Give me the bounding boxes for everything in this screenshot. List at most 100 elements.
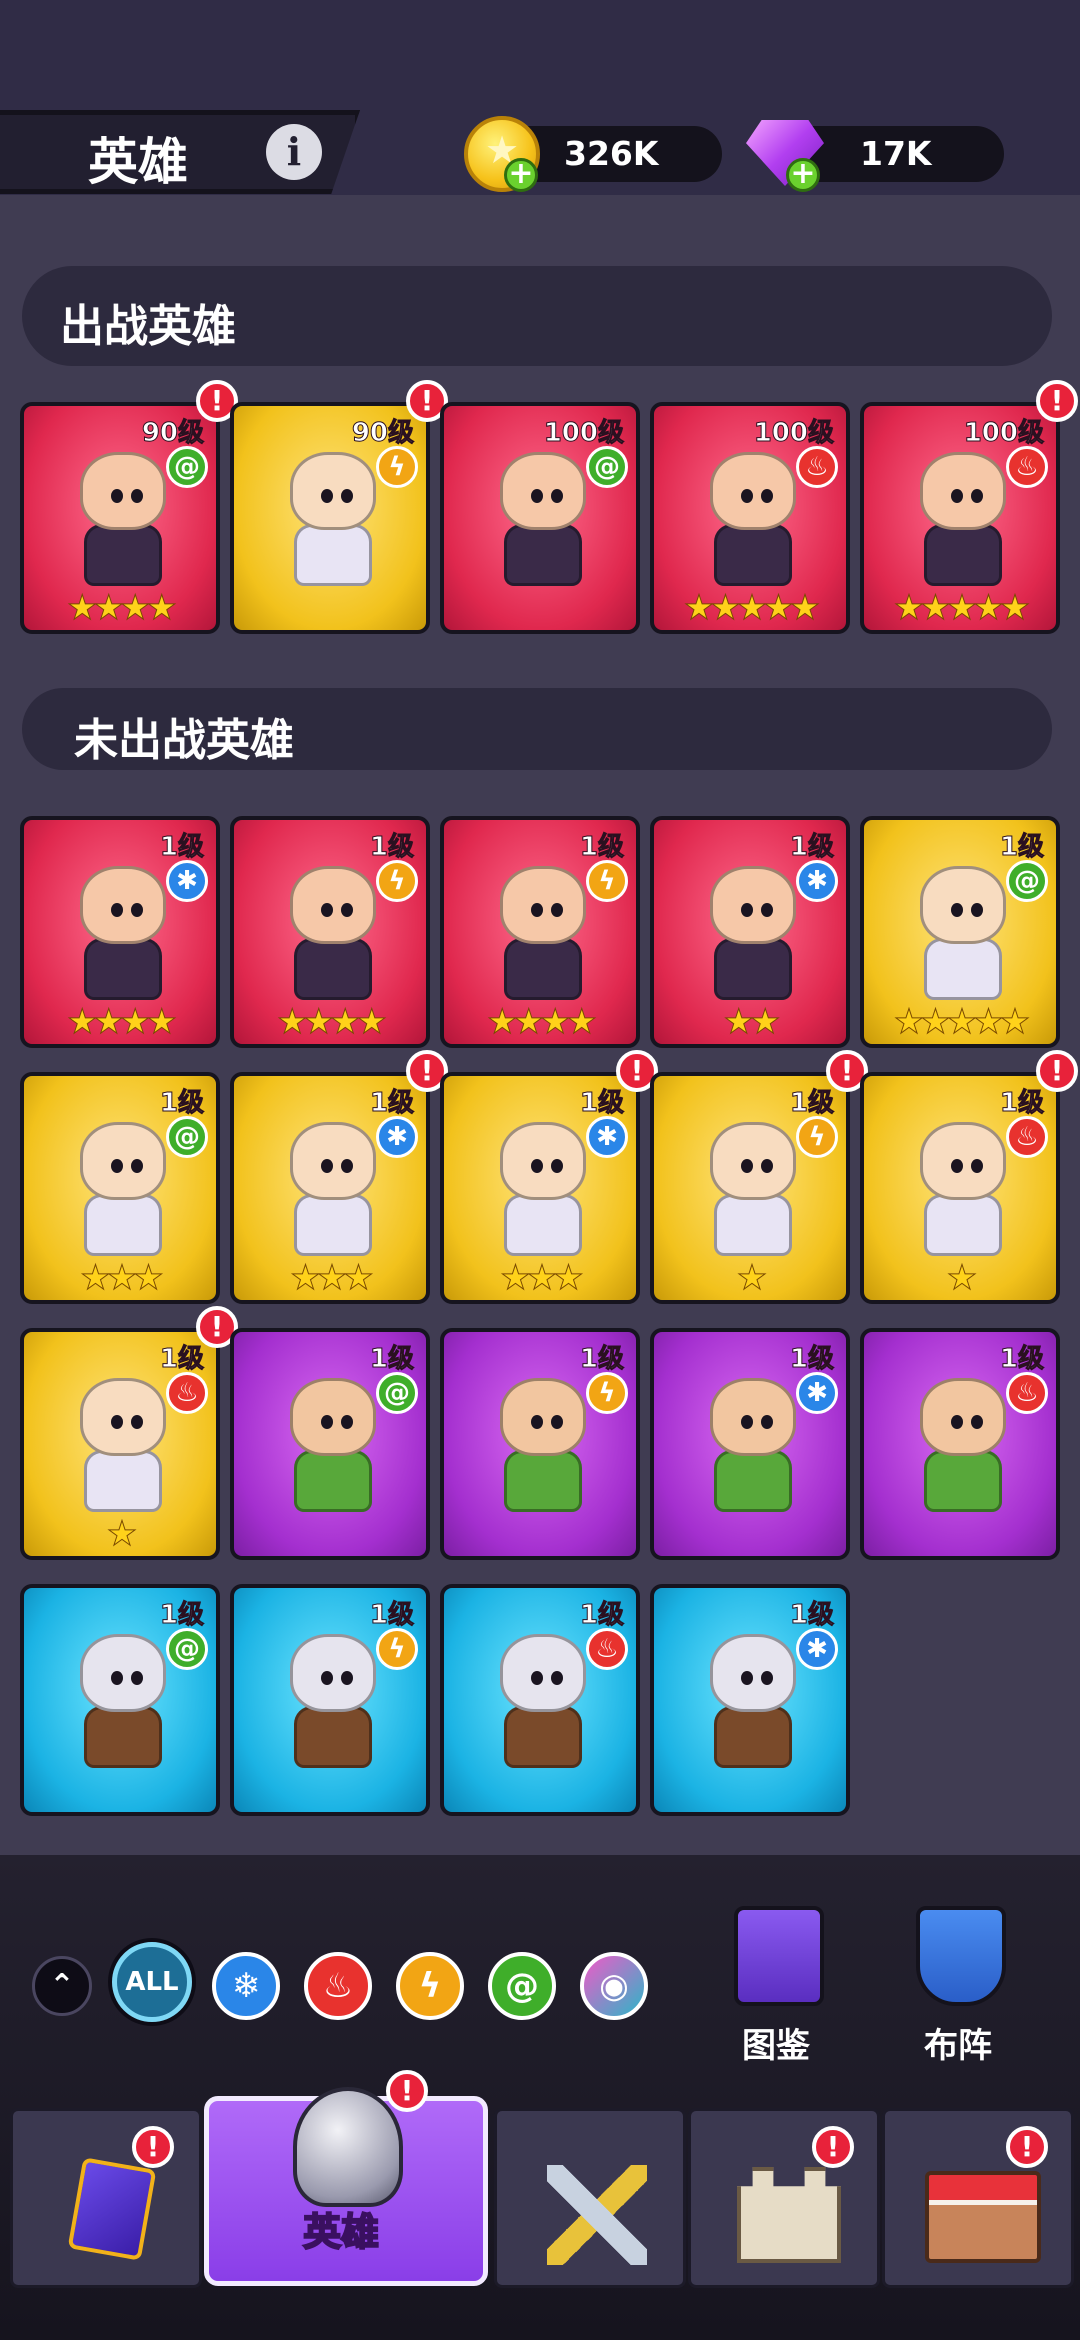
hero-portrait	[904, 1378, 1022, 1516]
undeployed-hero-card[interactable]: 1级 ϟ	[440, 1328, 640, 1560]
flame-icon[interactable]: ♨	[304, 1952, 372, 2020]
undeployed-hero-card[interactable]: 1级 ϟ ★	[650, 1072, 850, 1304]
nav-tab-heroes[interactable]: 英雄	[204, 2087, 488, 2286]
snowflake-icon[interactable]: ❄	[212, 1952, 280, 2020]
hero-body	[294, 1194, 372, 1256]
eye-icon[interactable]: ◉	[580, 1952, 648, 2020]
hero-head	[290, 452, 376, 530]
hero-level: 1级	[159, 1088, 204, 1119]
add-coins-button[interactable]: +	[504, 158, 538, 192]
codex-label[interactable]: 图鉴	[742, 2018, 810, 2067]
hero-body	[504, 1194, 582, 1256]
undeployed-hero-card[interactable]: 1级 ♨ ★	[860, 1072, 1060, 1304]
undeployed-hero-card[interactable]: 1级 ✱	[650, 1328, 850, 1560]
snowflake-icon: ✱	[796, 1628, 838, 1670]
undeployed-hero-card[interactable]: 1级 ♨	[440, 1584, 640, 1816]
snowflake-icon: ✱	[796, 1372, 838, 1414]
hero-portrait	[484, 1122, 602, 1260]
deployed-hero-card[interactable]: 100级 ♨ ★★★★★	[650, 402, 850, 634]
hero-level: 1级	[789, 1344, 834, 1375]
hero-head	[290, 1122, 376, 1200]
hero-head	[80, 1634, 166, 1712]
hero-level: 1级	[369, 832, 414, 863]
undeployed-hero-card[interactable]: 1级 ϟ	[230, 1584, 430, 1816]
lightning-icon[interactable]: ϟ	[396, 1952, 464, 2020]
star-rating: ★★★★★	[893, 1002, 1030, 1043]
filter-all-button[interactable]: ALL	[112, 1942, 192, 2022]
deployed-hero-card[interactable]: 100级 @	[440, 402, 640, 634]
tornado-icon: @	[166, 1628, 208, 1670]
nav-tab-battle[interactable]	[494, 2108, 686, 2288]
tornado-icon: @	[586, 446, 628, 488]
hero-head	[80, 1378, 166, 1456]
formation-label[interactable]: 布阵	[924, 2018, 992, 2067]
coin-amount: 326K	[564, 134, 659, 173]
hero-eye	[131, 1671, 143, 1685]
star-rating: ★	[946, 1258, 977, 1299]
deployed-hero-card[interactable]: 90级 @ ★★★★	[20, 402, 220, 634]
hero-head	[710, 1122, 796, 1200]
undeployed-hero-card[interactable]: 1级 ✱ ★★★	[230, 1072, 430, 1304]
hero-level: 1级	[789, 832, 834, 863]
hero-alert-badge: !	[1036, 380, 1078, 422]
add-gems-button[interactable]: +	[786, 158, 820, 192]
hero-eye	[321, 1671, 333, 1685]
nav-tab-cards[interactable]	[10, 2108, 202, 2288]
undeployed-hero-card[interactable]: 1级 ✱	[650, 1584, 850, 1816]
undeployed-hero-card[interactable]: 1级 @ ★★★	[20, 1072, 220, 1304]
hero-eye	[971, 1159, 983, 1173]
hero-portrait	[694, 1634, 812, 1772]
hero-eye	[341, 489, 353, 503]
hero-eye	[741, 903, 753, 917]
info-icon[interactable]: i	[266, 124, 322, 180]
hero-level: 1级	[159, 832, 204, 863]
undeployed-hero-card[interactable]: 1级 ♨ ★	[20, 1328, 220, 1560]
star-rating: ★★★	[500, 1258, 584, 1299]
hero-eye	[971, 489, 983, 503]
deployed-hero-card[interactable]: 90级 ϟ	[230, 402, 430, 634]
tornado-icon[interactable]: @	[488, 1952, 556, 2020]
undeployed-hero-card[interactable]: 1级 ✱ ★★★★	[20, 816, 220, 1048]
nav-tab-castle[interactable]	[688, 2108, 880, 2288]
lightning-icon: ϟ	[376, 446, 418, 488]
undeployed-hero-card[interactable]: 1级 ϟ ★★★★	[230, 816, 430, 1048]
hero-level: 1级	[579, 1088, 624, 1119]
lightning-icon: ϟ	[376, 860, 418, 902]
gem-amount: 17K	[860, 134, 932, 173]
star-rating: ★	[106, 1514, 137, 1555]
hero-eye	[971, 1415, 983, 1429]
hero-portrait	[274, 1122, 392, 1260]
hero-head	[710, 1634, 796, 1712]
undeployed-hero-card[interactable]: 1级 ✱ ★★	[650, 816, 850, 1048]
hero-eye	[761, 1159, 773, 1173]
nav-tab-shop[interactable]	[882, 2108, 1074, 2288]
hero-body	[924, 1194, 1002, 1256]
hero-head	[920, 1122, 1006, 1200]
hero-level: 1级	[369, 1344, 414, 1375]
undeployed-hero-card[interactable]: 1级 @	[230, 1328, 430, 1560]
formation-shield-icon[interactable]	[916, 1906, 1006, 2006]
collapse-icon[interactable]: ⌃	[32, 1956, 92, 2016]
hero-level: 1级	[579, 1600, 624, 1631]
hero-portrait	[484, 452, 602, 590]
undeployed-hero-card[interactable]: 1级 ϟ ★★★★	[440, 816, 640, 1048]
undeployed-hero-card[interactable]: 1级 @	[20, 1584, 220, 1816]
undeployed-hero-card[interactable]: 1级 @ ★★★★★	[860, 816, 1060, 1048]
hero-level: 1级	[579, 1344, 624, 1375]
star-rating: ★★★★★	[683, 588, 820, 629]
hero-eye	[761, 903, 773, 917]
hero-body	[84, 1706, 162, 1768]
codex-book-icon[interactable]	[734, 1906, 824, 2006]
crossed-swords-icon	[547, 2165, 647, 2265]
knight-helmet-icon	[293, 2087, 403, 2207]
hero-portrait	[274, 452, 392, 590]
undeployed-hero-card[interactable]: 1级 ♨	[860, 1328, 1060, 1560]
undeployed-hero-card[interactable]: 1级 ✱ ★★★	[440, 1072, 640, 1304]
deployed-hero-card[interactable]: 100级 ♨ ★★★★★	[860, 402, 1060, 634]
card-icon	[67, 2157, 157, 2261]
page-title: 英雄	[88, 133, 188, 191]
hero-eye	[741, 489, 753, 503]
hero-eye	[531, 1415, 543, 1429]
hero-level: 100级	[963, 418, 1044, 449]
hero-eye	[111, 489, 123, 503]
